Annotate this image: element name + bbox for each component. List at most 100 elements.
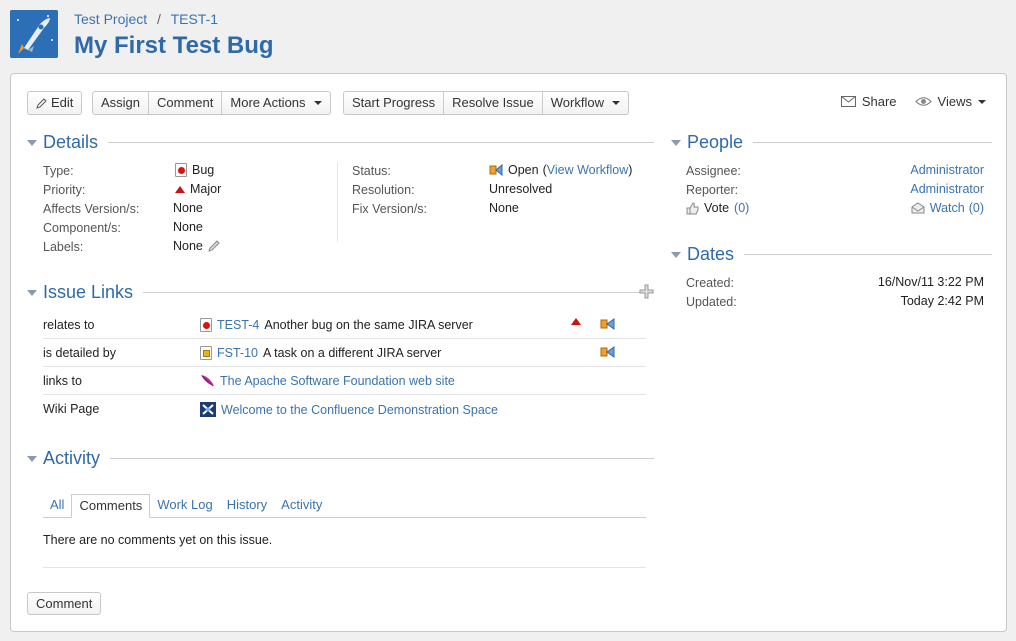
view-workflow-link[interactable]: View Workflow: [547, 163, 629, 177]
created-value: 16/Nov/11 3:22 PM: [877, 275, 984, 289]
dates-heading[interactable]: Dates: [671, 244, 992, 265]
wiki-page-link[interactable]: Welcome to the Confluence Demonstration …: [221, 403, 498, 417]
watch-label[interactable]: Watch: [930, 201, 965, 215]
type-label: Type:: [43, 164, 74, 178]
rocket-icon: [10, 10, 58, 58]
breadcrumb-project[interactable]: Test Project: [74, 11, 147, 27]
link-relation: links to: [43, 374, 82, 388]
created-label: Created:: [686, 276, 734, 290]
bug-icon: [175, 163, 187, 177]
assignee-link[interactable]: Administrator: [910, 163, 984, 177]
updated-value: Today 2:42 PM: [900, 294, 984, 308]
apache-feather-icon: [201, 375, 214, 387]
vote-count[interactable]: (0): [734, 201, 749, 215]
priority-major-icon: [175, 185, 185, 193]
labels-text: None: [173, 239, 203, 253]
priority-major-icon: [571, 318, 581, 325]
edit-label: Edit: [51, 95, 74, 110]
reporter-link[interactable]: Administrator: [910, 182, 984, 196]
affects-version-label: Affects Version/s:: [43, 202, 140, 216]
activity-title: Activity: [43, 448, 101, 468]
edit-pencil-icon[interactable]: [208, 240, 220, 252]
fix-version-label: Fix Version/s:: [352, 202, 428, 216]
vote-label: Vote: [704, 201, 730, 215]
watch-count[interactable]: (0): [969, 201, 984, 215]
status-open-icon: [600, 318, 615, 330]
status-value: Open (View Workflow): [489, 163, 632, 177]
start-progress-button[interactable]: Start Progress: [344, 92, 445, 114]
comment-toolbar-button[interactable]: Comment: [149, 92, 223, 114]
more-actions-button[interactable]: More Actions: [222, 92, 329, 114]
issue-panel: Edit Assign Comment More Actions Start P…: [10, 73, 1007, 632]
linked-issue-key[interactable]: TEST-4: [217, 318, 259, 332]
collapse-triangle-icon[interactable]: [27, 139, 37, 146]
divider: [110, 458, 654, 459]
page-title: My First Test Bug: [74, 32, 274, 59]
chevron-down-icon: [978, 99, 986, 104]
status-label: Status:: [352, 164, 391, 178]
divider: [143, 292, 654, 293]
reporter-label: Reporter:: [686, 183, 739, 197]
add-link-icon[interactable]: [639, 284, 654, 299]
labels-label: Labels:: [43, 240, 84, 254]
people-heading[interactable]: People: [671, 132, 992, 153]
workflow-button[interactable]: Workflow: [543, 92, 628, 114]
workflow-label: Workflow: [550, 95, 604, 110]
assign-button[interactable]: Assign: [93, 92, 150, 114]
labels-value: None: [173, 239, 220, 253]
project-avatar[interactable]: [10, 10, 58, 58]
breadcrumb-issue-key[interactable]: TEST-1: [171, 11, 218, 27]
activity-heading[interactable]: Activity: [27, 448, 654, 469]
collapse-triangle-icon[interactable]: [27, 289, 37, 296]
page-header: Test Project / TEST-1 My First Test Bug: [0, 0, 1016, 72]
vote-control[interactable]: Vote (0): [686, 201, 749, 215]
link-target: Welcome to the Confluence Demonstration …: [200, 402, 498, 417]
component-value: None: [173, 220, 203, 234]
watch-envelope-icon: [911, 202, 925, 214]
tab-all[interactable]: All: [43, 494, 71, 517]
tab-comments[interactable]: Comments: [71, 494, 151, 518]
link-relation: Wiki Page: [43, 402, 100, 416]
tab-history[interactable]: History: [220, 494, 274, 517]
tab-work-log[interactable]: Work Log: [150, 494, 219, 517]
link-target: The Apache Software Foundation web site: [200, 374, 455, 388]
divider: [753, 142, 992, 143]
divider: [108, 142, 654, 143]
updated-label: Updated:: [686, 295, 737, 309]
link-relation: is detailed by: [43, 346, 116, 360]
pencil-icon: [36, 97, 47, 109]
share-button[interactable]: Share: [840, 94, 897, 109]
collapse-triangle-icon[interactable]: [671, 251, 681, 258]
issue-links-heading[interactable]: Issue Links: [27, 282, 654, 303]
status-paren-close: ): [628, 163, 633, 177]
link-relation: relates to: [43, 318, 95, 332]
add-comment-button[interactable]: Comment: [27, 592, 102, 615]
divider: [43, 567, 646, 568]
linked-issue-summary: Another bug on the same JIRA server: [264, 318, 473, 332]
status-open-icon: [600, 346, 615, 358]
issue-link-row: Wiki Page Welcome to the Confluence Demo…: [43, 395, 646, 423]
status-open-icon: [489, 163, 503, 177]
linked-issue-key[interactable]: FST-10: [217, 346, 258, 360]
breadcrumb: Test Project / TEST-1: [74, 11, 218, 27]
dates-title: Dates: [687, 244, 735, 264]
fix-version-value: None: [489, 201, 519, 215]
edit-button-group: Edit: [27, 91, 83, 115]
no-comments-message: There are no comments yet on this issue.: [43, 533, 273, 547]
collapse-triangle-icon[interactable]: [27, 455, 37, 462]
resolve-issue-button[interactable]: Resolve Issue: [444, 92, 543, 114]
chevron-down-icon: [611, 101, 620, 105]
web-link[interactable]: The Apache Software Foundation web site: [220, 374, 455, 388]
details-heading[interactable]: Details: [27, 132, 654, 153]
views-button[interactable]: Views: [914, 94, 986, 109]
column-divider: [337, 162, 338, 242]
views-label: Views: [937, 94, 972, 109]
collapse-triangle-icon[interactable]: [671, 139, 681, 146]
issue-links-title: Issue Links: [43, 282, 134, 302]
watch-control[interactable]: Watch (0): [911, 201, 984, 215]
tab-activity[interactable]: Activity: [274, 494, 329, 517]
issue-link-row: links to The Apache Software Foundation …: [43, 367, 646, 395]
edit-button[interactable]: Edit: [28, 92, 81, 114]
link-target: TEST-4 Another bug on the same JIRA serv…: [200, 318, 473, 332]
breadcrumb-separator: /: [157, 11, 161, 27]
